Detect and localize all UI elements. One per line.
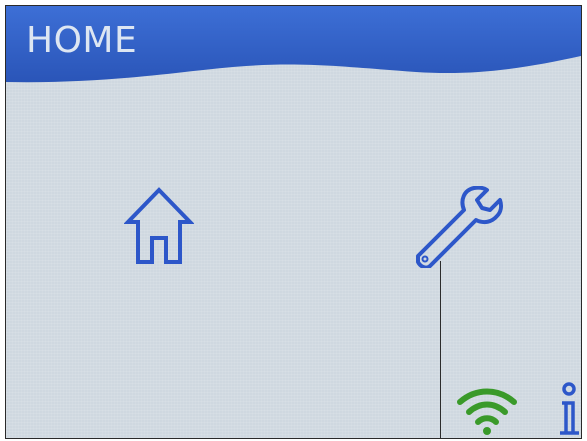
header-bar: HOME bbox=[6, 6, 581, 96]
device-screen: HOME bbox=[5, 5, 582, 439]
settings-button[interactable] bbox=[412, 185, 504, 270]
info-button[interactable] bbox=[554, 381, 581, 438]
wifi-button[interactable] bbox=[456, 384, 518, 436]
menu-divider bbox=[440, 261, 441, 438]
home-icon bbox=[123, 187, 195, 264]
info-icon bbox=[560, 382, 579, 435]
wrench-icon bbox=[416, 185, 503, 270]
page-title: HOME bbox=[26, 20, 138, 61]
wifi-icon bbox=[457, 388, 517, 435]
home-button[interactable] bbox=[123, 186, 195, 266]
